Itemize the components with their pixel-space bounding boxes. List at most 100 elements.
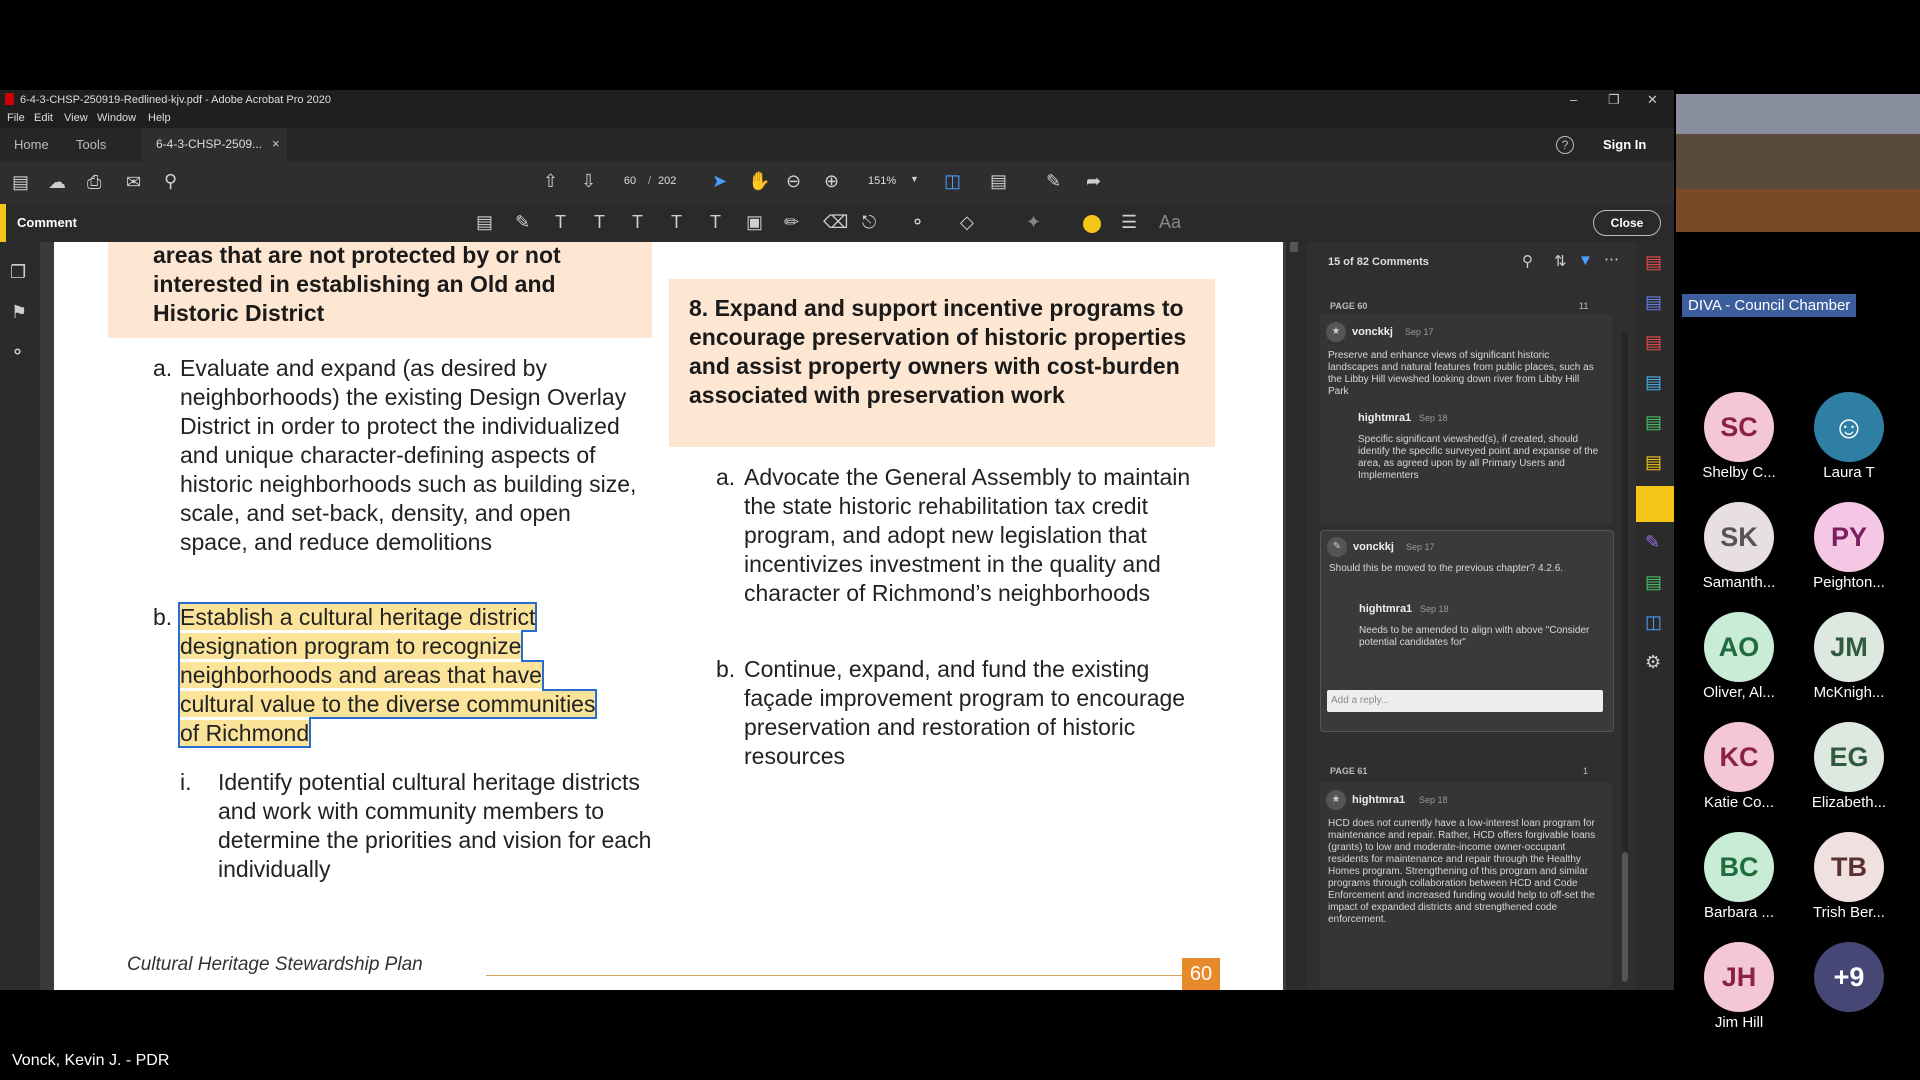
participant-name: McKnigh... <box>1813 684 1885 701</box>
page-up-icon[interactable]: ⇧ <box>543 171 558 192</box>
underline-text-icon[interactable]: T <box>555 212 566 233</box>
item-b-text[interactable]: Establish a cultural heritage district d… <box>177 602 600 748</box>
participant-avatar[interactable]: AO <box>1704 612 1774 682</box>
participant-avatar[interactable]: EG <box>1814 722 1884 792</box>
page-down-icon[interactable]: ⇩ <box>581 171 596 192</box>
pdf-page[interactable]: areas that are not protected by or not i… <box>54 242 1283 990</box>
bookmark-icon[interactable]: ⚑ <box>11 302 27 323</box>
add-text-icon[interactable]: T <box>710 212 721 233</box>
highlight-icon[interactable]: ✎ <box>515 212 530 233</box>
stamp-icon[interactable]: ⎋ <box>862 212 876 233</box>
scroll-mode-icon[interactable]: ▤ <box>990 171 1007 192</box>
color-picker-icon[interactable] <box>1083 215 1101 233</box>
participant-avatar[interactable]: +9 <box>1814 942 1884 1012</box>
combine-files-icon[interactable]: ▤ <box>1645 292 1662 313</box>
zoom-dropdown-icon[interactable]: ▼ <box>910 174 919 184</box>
item-b-highlight[interactable]: Establish a cultural heritage district d… <box>177 602 598 748</box>
document-scrollbar[interactable] <box>1287 242 1301 990</box>
print-icon[interactable]: ⎙ <box>87 172 101 193</box>
font-size-icon[interactable]: Aa <box>1159 212 1181 233</box>
tab-home[interactable]: Home <box>14 137 49 152</box>
share-icon[interactable]: ➦ <box>1086 171 1101 192</box>
email-icon[interactable]: ✉ <box>126 172 141 193</box>
close-window-icon[interactable]: ✕ <box>1647 92 1658 108</box>
help-icon[interactable]: ? <box>1556 136 1574 154</box>
upload-icon[interactable]: ☁ <box>48 172 66 193</box>
menu-window[interactable]: Window <box>97 112 136 124</box>
sign-icon[interactable]: ✎ <box>1046 171 1061 192</box>
acrobat-window: 6-4-3-CHSP-250919-Redlined-kjv.pdf - Ado… <box>0 90 1674 990</box>
create-pdf-icon[interactable]: ▤ <box>1645 252 1662 273</box>
insert-text-icon[interactable]: T <box>671 212 682 233</box>
fill-sign-icon[interactable]: ✎ <box>1645 532 1660 553</box>
pin-icon[interactable]: ✦ <box>1026 212 1041 233</box>
sticky-note-icon[interactable]: ▤ <box>476 212 493 233</box>
tab-close-icon[interactable]: × <box>272 136 280 151</box>
comment-label: Comment <box>17 215 77 230</box>
menu-bar: File Edit View Window Help <box>0 110 1674 128</box>
attach-icon[interactable]: ⚬ <box>910 212 925 233</box>
comment-thread-3[interactable]: ★ hightmra1 Sep 18 HCD does not currentl… <box>1320 782 1612 987</box>
attachments-icon[interactable]: ⚬ <box>10 342 25 363</box>
filter-icon[interactable]: ▼ <box>1578 252 1593 269</box>
hand-tool-icon[interactable]: ✋ <box>748 171 770 192</box>
protect-icon[interactable]: ◫ <box>1645 612 1662 633</box>
shapes-icon[interactable]: ◇ <box>960 212 974 233</box>
text-box-icon[interactable]: ▣ <box>746 212 763 233</box>
reply-author: hightmra1 <box>1358 412 1412 424</box>
participant-avatar[interactable]: SK <box>1704 502 1774 572</box>
comments-scrollbar-thumb[interactable] <box>1622 852 1628 982</box>
participant-avatar[interactable]: SC <box>1704 392 1774 462</box>
menu-help[interactable]: Help <box>148 112 171 124</box>
window-title: 6-4-3-CHSP-250919-Redlined-kjv.pdf - Ado… <box>20 94 332 106</box>
pencil-icon[interactable]: ✏ <box>784 212 799 233</box>
eraser-icon[interactable]: ⌫ <box>823 212 848 233</box>
participant-avatar[interactable]: TB <box>1814 832 1884 902</box>
menu-edit[interactable]: Edit <box>34 112 53 124</box>
participant-avatar[interactable]: JM <box>1814 612 1884 682</box>
participant-avatar[interactable]: PY <box>1814 502 1884 572</box>
menu-view[interactable]: View <box>64 112 88 124</box>
more-tools-icon[interactable]: ⚙ <box>1645 652 1661 673</box>
participant-avatar-icon[interactable]: ☺ <box>1814 392 1884 462</box>
comment-thread-2[interactable]: ✎ vonckkj Sep 17 Should this be moved to… <box>1320 530 1614 732</box>
tab-tools[interactable]: Tools <box>76 137 106 152</box>
minimize-icon[interactable]: – <box>1570 92 1577 107</box>
page-number-input[interactable]: 60 <box>616 175 644 191</box>
participant-avatar[interactable]: BC <box>1704 832 1774 902</box>
restore-icon[interactable]: ❐ <box>1608 92 1620 108</box>
participant-avatar[interactable]: JH <box>1704 942 1774 1012</box>
participant-name: Barbara ... <box>1703 904 1775 921</box>
search-comments-icon[interactable]: ⚲ <box>1522 252 1533 270</box>
sort-icon[interactable]: ⇅ <box>1554 252 1567 270</box>
replace-text-icon[interactable]: T <box>632 212 643 233</box>
line-weight-icon[interactable]: ☰ <box>1121 212 1137 233</box>
close-comment-button[interactable]: Close <box>1593 210 1661 236</box>
comments-scrollbar[interactable] <box>1622 332 1628 982</box>
tab-document[interactable]: 6-4-3-CHSP-2509... × <box>142 128 287 162</box>
save-icon[interactable]: ▤ <box>12 172 29 193</box>
document-scrollbar-thumb[interactable] <box>1290 242 1298 252</box>
participant-avatar[interactable]: KC <box>1704 722 1774 792</box>
active-comment-tool-icon[interactable] <box>1636 486 1674 522</box>
menu-file[interactable]: File <box>7 112 25 124</box>
zoom-out-icon[interactable]: ⊖ <box>786 171 801 192</box>
more-options-icon[interactable]: ⋯ <box>1604 250 1619 268</box>
fit-page-icon[interactable]: ◫ <box>944 171 961 192</box>
reply-input[interactable]: Add a reply... <box>1327 690 1603 712</box>
organize-pages-icon[interactable]: ▤ <box>1645 332 1662 353</box>
zoom-level-select[interactable]: 151% <box>868 175 896 187</box>
edit-pdf-icon[interactable]: ▤ <box>1645 372 1662 393</box>
document-viewport[interactable]: areas that are not protected by or not i… <box>40 242 1286 990</box>
comment-tool-icon[interactable]: ▤ <box>1645 452 1662 473</box>
export-pdf-icon[interactable]: ▤ <box>1645 412 1662 433</box>
zoom-search-icon[interactable]: ⚲ <box>164 171 177 192</box>
zoom-in-icon[interactable]: ⊕ <box>824 171 839 192</box>
page-thumbnails-icon[interactable]: ❐ <box>10 262 26 283</box>
comment-thread-1[interactable]: ★ vonckkj Sep 17 Preserve and enhance vi… <box>1320 314 1612 524</box>
scan-ocr-icon[interactable]: ▤ <box>1645 572 1662 593</box>
participant-name: Peighton... <box>1813 574 1885 591</box>
strikethrough-icon[interactable]: T <box>594 212 605 233</box>
sign-in-link[interactable]: Sign In <box>1603 137 1646 152</box>
select-cursor-icon[interactable]: ➤ <box>712 171 727 192</box>
